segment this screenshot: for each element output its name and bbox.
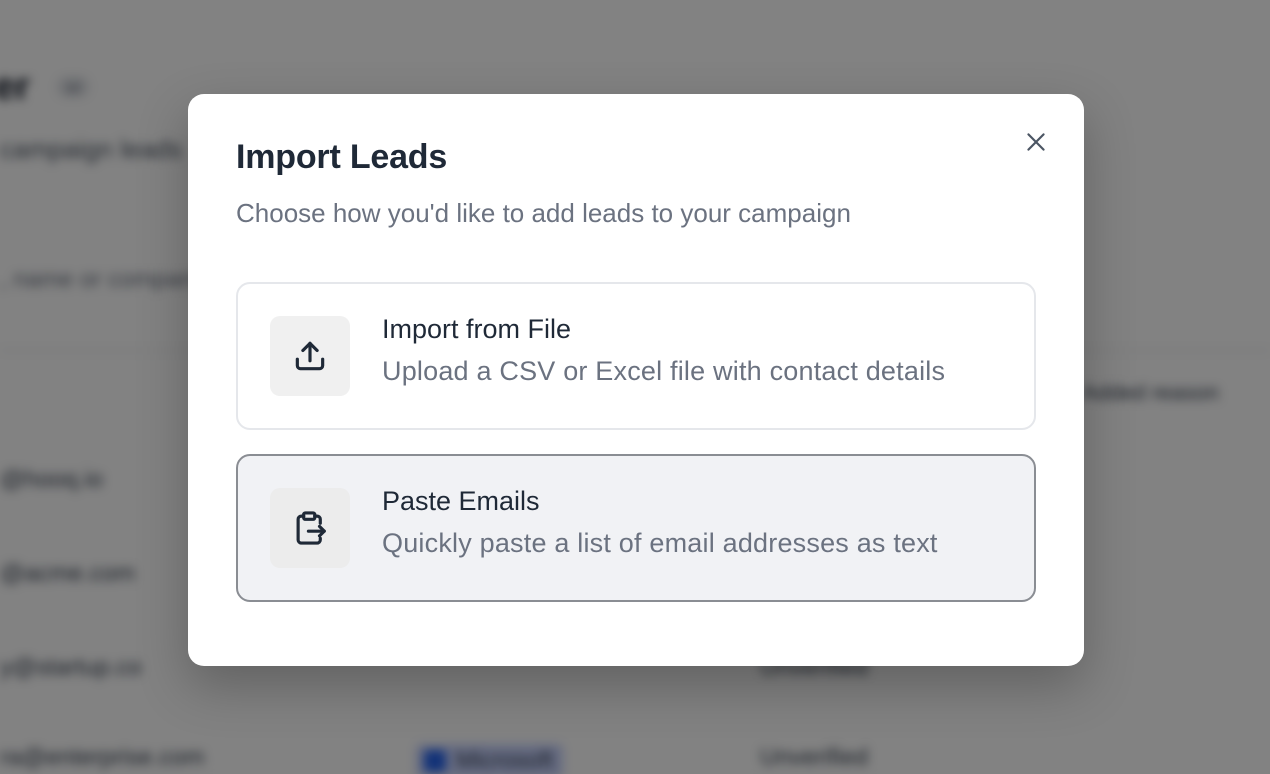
close-icon <box>1027 133 1045 151</box>
modal-description: Choose how you'd like to add leads to yo… <box>236 198 851 228</box>
upload-icon <box>270 316 350 396</box>
option-description: Upload a CSV or Excel file with contact … <box>382 356 946 386</box>
modal-title: Import Leads <box>236 138 448 176</box>
option-title: Import from File <box>382 314 572 344</box>
close-button[interactable] <box>1018 124 1054 160</box>
import-leads-modal: Import Leads Choose how you'd like to ad… <box>188 94 1084 666</box>
paste-emails-option[interactable]: Paste Emails Quickly paste a list of ema… <box>236 454 1036 602</box>
option-description: Quickly paste a list of email addresses … <box>382 528 938 558</box>
import-from-file-option[interactable]: Import from File Upload a CSV or Excel f… <box>236 282 1036 430</box>
clipboard-export-icon <box>270 488 350 568</box>
option-title: Paste Emails <box>382 486 540 516</box>
